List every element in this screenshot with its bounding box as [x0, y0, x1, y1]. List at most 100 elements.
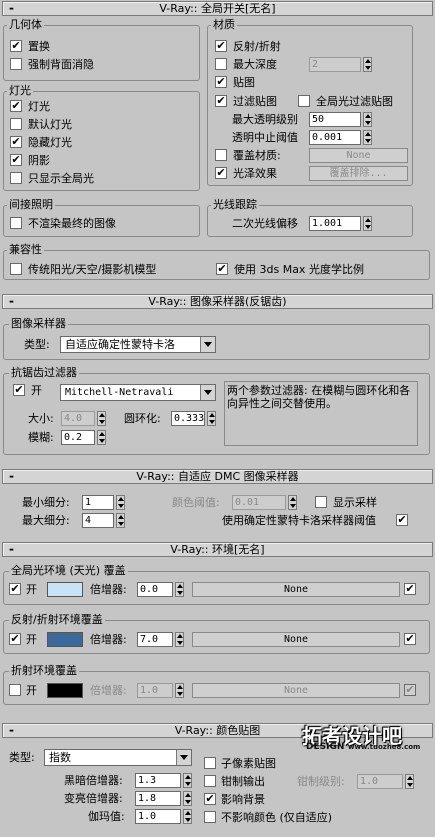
cm-type-dropdown[interactable]: 指数 [44, 749, 192, 766]
spinner-arrows-icon[interactable] [183, 791, 192, 806]
rollout-image-sampler[interactable]: - V-Ray:: 图像采样器(反锯齿) [2, 294, 433, 309]
gi-env-on-checkbox[interactable]: ✔ [9, 583, 21, 595]
spinner-arrows-icon[interactable] [363, 112, 372, 127]
refl-env-map-checkbox[interactable]: ✔ [404, 633, 416, 645]
spinner-arrows-icon[interactable] [116, 495, 125, 510]
clamp-output-checkbox[interactable] [204, 775, 216, 787]
glossy-checkbox[interactable]: ✔ [215, 167, 227, 179]
legacy-sun-checkbox[interactable] [10, 263, 22, 275]
gamma-input[interactable]: 1.0 [135, 809, 181, 824]
subpixel-checkbox[interactable] [204, 757, 216, 769]
displacement-checkbox[interactable]: ✔ [10, 40, 22, 52]
default-lights-checkbox[interactable] [10, 118, 22, 130]
clr-thresh-input[interactable]: 0.01 [232, 495, 286, 510]
max-depth-checkbox[interactable] [215, 58, 227, 70]
spinner-arrows-icon[interactable] [116, 513, 125, 528]
secondary-bias-label: 二次光线偏移 [232, 217, 298, 230]
spinner-arrows-icon[interactable] [97, 411, 106, 426]
checkbox-label: 开 [26, 633, 37, 646]
spinner-arrows-icon[interactable] [405, 774, 414, 789]
force-back-face-checkbox[interactable] [10, 58, 22, 70]
ring-input[interactable]: 0.333 [171, 411, 205, 426]
secondary-bias-input[interactable]: 1.001 [309, 216, 361, 231]
max-subdivs-input[interactable]: 4 [82, 513, 114, 528]
rollout-adaptive-dmc[interactable]: - V-Ray:: 自适应 DMC 图像采样器 [2, 469, 433, 484]
rollout-environment[interactable]: - V-Ray:: 环境[无名] [2, 542, 433, 557]
glossy-exclude-button[interactable]: 覆盖排除... [309, 166, 408, 181]
rollout-global-switches[interactable]: - V-Ray:: 全局开关[无名] [2, 1, 433, 16]
spinner-arrows-icon[interactable] [288, 495, 297, 510]
checkbox-label: 使用 3ds Max 光度学比例 [234, 263, 364, 276]
spinner-arrows-icon[interactable] [183, 809, 192, 824]
spinner-arrows-icon[interactable] [363, 57, 372, 72]
dark-mult-input[interactable]: 1.3 [135, 773, 181, 788]
spinner-arrows-icon[interactable] [175, 582, 184, 597]
checkbox-label: 覆盖材质: [233, 149, 281, 162]
checkbox-label: 隐藏灯光 [28, 136, 72, 149]
refl-env-mult-input[interactable]: 7.0 [137, 632, 173, 647]
size-input[interactable]: 4.0 [61, 411, 95, 426]
checkbox-label: 最大深度 [233, 58, 277, 71]
checkbox-label: 子像素贴图 [221, 757, 276, 770]
gi-env-map-checkbox[interactable]: ✔ [404, 583, 416, 595]
dont-affect-colors-checkbox[interactable] [204, 811, 216, 823]
checkbox-label: 默认灯光 [28, 118, 72, 131]
sampler-type-dropdown[interactable]: 自适应确定性蒙特卡洛 [60, 336, 216, 353]
bright-mult-input[interactable]: 1.8 [135, 791, 181, 806]
min-subdivs-input[interactable]: 1 [82, 495, 114, 510]
cm-type-label: 类型: [9, 751, 35, 764]
max-depth-input[interactable]: 2 [309, 57, 361, 72]
spinner-arrows-icon[interactable] [207, 411, 216, 426]
show-samples-checkbox[interactable] [315, 496, 327, 508]
filter-maps-checkbox[interactable]: ✔ [215, 95, 227, 107]
spinner-arrows-icon[interactable] [97, 430, 106, 445]
dont-render-final-checkbox[interactable] [10, 217, 22, 229]
dark-mult-label: 黑暗倍增器: [64, 774, 123, 787]
spinner-arrows-icon[interactable] [363, 216, 372, 231]
transp-cutoff-input[interactable]: 0.001 [309, 130, 361, 145]
use-3ds-photometric-checkbox[interactable]: ✔ [216, 263, 228, 275]
spinner-arrows-icon[interactable] [175, 632, 184, 647]
override-mtl-checkbox[interactable] [215, 149, 227, 161]
spinner-arrows-icon[interactable] [183, 773, 192, 788]
override-mtl-button[interactable]: None [309, 148, 408, 163]
aa-filter-dropdown[interactable]: Mitchell-Netravali [60, 384, 216, 401]
checkbox-label: 阴影 [28, 154, 50, 167]
maps-checkbox[interactable]: ✔ [215, 76, 227, 88]
gi-env-mult-input[interactable]: 0.0 [137, 582, 173, 597]
refr-env-map-button[interactable]: None [192, 683, 400, 698]
checkbox-label: 贴图 [233, 76, 255, 89]
use-dmc-checkbox[interactable]: ✔ [396, 514, 408, 526]
filter-description: 两个参数过滤器: 在模糊与圆环化和各向异性之间交替使用。 [224, 381, 418, 446]
checkbox-label: 开 [26, 583, 37, 596]
reflect-refract-checkbox[interactable]: ✔ [215, 40, 227, 52]
show-gi-only-checkbox[interactable] [10, 172, 22, 184]
lights-checkbox[interactable]: ✔ [10, 100, 22, 112]
bright-mult-label: 变亮倍增器: [64, 792, 123, 805]
spinner-arrows-icon[interactable] [175, 683, 184, 698]
refr-env-color-swatch[interactable] [47, 683, 83, 698]
max-transp-input[interactable]: 50 [309, 112, 361, 127]
refl-env-map-button[interactable]: None [192, 632, 400, 647]
checkbox-label: 钳制输出 [221, 775, 265, 788]
spinner-arrows-icon[interactable] [363, 130, 372, 145]
affect-bg-checkbox[interactable]: ✔ [204, 793, 216, 805]
refl-env-color-swatch[interactable] [47, 632, 83, 647]
refl-env-on-checkbox[interactable]: ✔ [9, 633, 21, 645]
gi-filter-maps-checkbox[interactable] [298, 95, 310, 107]
watermark-design: DESIGN [306, 742, 345, 752]
refr-env-mult-input[interactable]: 1.0 [137, 683, 173, 698]
chevron-down-icon [200, 337, 215, 352]
checkbox-label: 灯光 [28, 100, 50, 113]
checkbox-label: 显示采样 [333, 496, 377, 509]
gi-env-map-button[interactable]: None [192, 582, 400, 597]
aa-filter-on-checkbox[interactable]: ✔ [13, 384, 25, 396]
mult-label: 倍增器: [90, 684, 127, 697]
refr-env-map-checkbox[interactable]: ✔ [404, 684, 416, 696]
refr-env-on-checkbox[interactable] [9, 684, 21, 696]
clamp-level-input[interactable]: 1.0 [357, 774, 403, 789]
shadows-checkbox[interactable]: ✔ [10, 154, 22, 166]
hidden-lights-checkbox[interactable]: ✔ [10, 136, 22, 148]
gi-env-color-swatch[interactable] [47, 582, 83, 597]
blur-input[interactable]: 0.2 [61, 430, 95, 445]
